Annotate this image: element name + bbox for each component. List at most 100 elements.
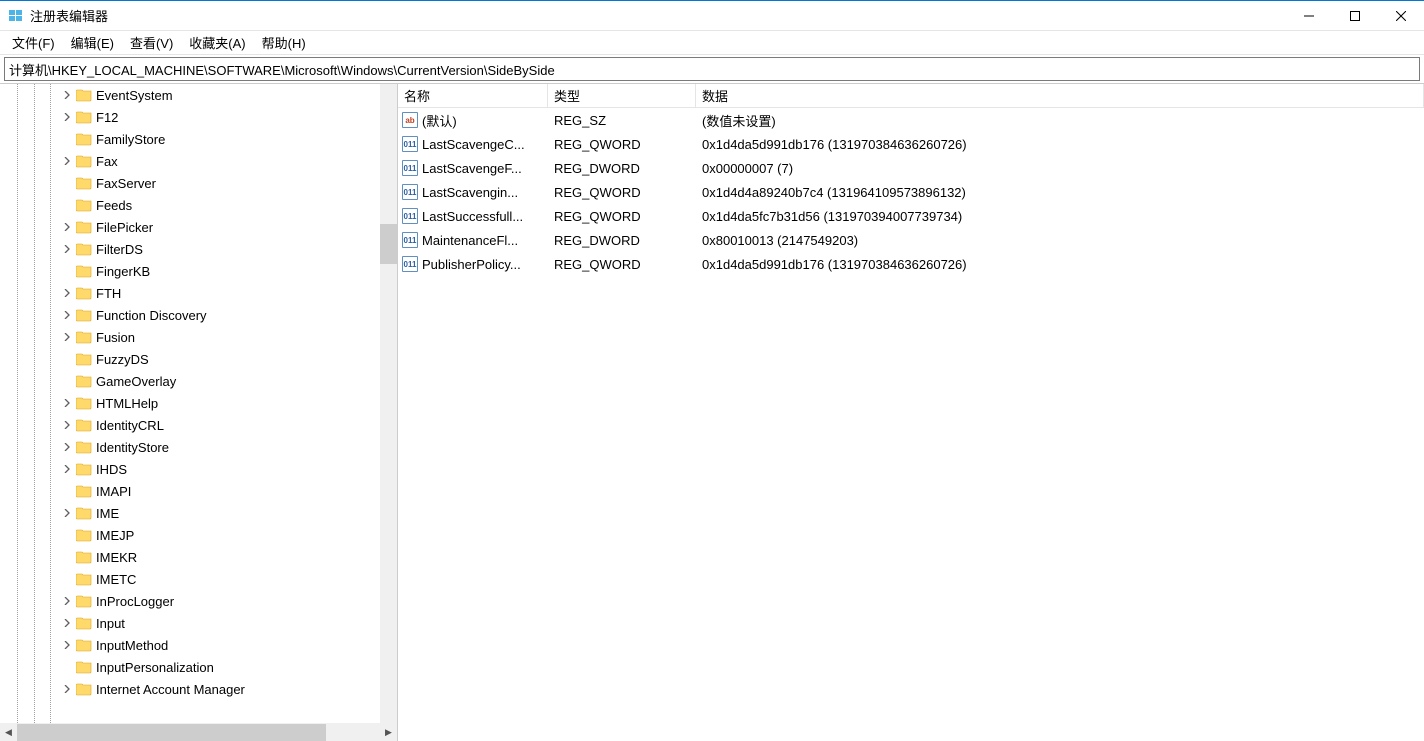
- close-button[interactable]: [1378, 1, 1424, 31]
- tree-item-label: Feeds: [96, 198, 132, 213]
- tree-item[interactable]: IMETC: [0, 568, 397, 590]
- menu-file[interactable]: 文件(F): [4, 31, 63, 54]
- tree-item[interactable]: FuzzyDS: [0, 348, 397, 370]
- column-data[interactable]: 数据: [696, 84, 1424, 107]
- expand-icon[interactable]: [60, 220, 74, 234]
- tree-item[interactable]: Input: [0, 612, 397, 634]
- value-type-cell: REG_DWORD: [548, 161, 696, 176]
- value-name-cell: 011LastScavengin...: [398, 184, 548, 200]
- tree-item[interactable]: GameOverlay: [0, 370, 397, 392]
- value-row[interactable]: 011LastScavengeC...REG_QWORD0x1d4da5d991…: [398, 132, 1424, 156]
- expand-icon[interactable]: [60, 308, 74, 322]
- tree-item[interactable]: FamilyStore: [0, 128, 397, 150]
- tree-item[interactable]: IMEKR: [0, 546, 397, 568]
- scroll-right-arrow[interactable]: ▶: [380, 724, 397, 741]
- expand-icon[interactable]: [60, 396, 74, 410]
- tree-item[interactable]: HTMLHelp: [0, 392, 397, 414]
- tree-item[interactable]: IHDS: [0, 458, 397, 480]
- tree-item[interactable]: FilterDS: [0, 238, 397, 260]
- tree-vertical-scrollbar[interactable]: [380, 84, 397, 723]
- reg-binary-icon: 011: [402, 208, 418, 224]
- expand-icon[interactable]: [60, 110, 74, 124]
- tree-item[interactable]: Internet Account Manager: [0, 678, 397, 700]
- menubar: 文件(F) 编辑(E) 查看(V) 收藏夹(A) 帮助(H): [0, 31, 1424, 55]
- tree-item-label: FilePicker: [96, 220, 153, 235]
- tree-item[interactable]: FingerKB: [0, 260, 397, 282]
- expand-icon[interactable]: [60, 616, 74, 630]
- tree-item-label: FingerKB: [96, 264, 150, 279]
- tree-item[interactable]: IMAPI: [0, 480, 397, 502]
- tree-vertical-thumb[interactable]: [380, 224, 397, 264]
- tree-item-label: IME: [96, 506, 119, 521]
- value-row[interactable]: ab(默认)REG_SZ(数值未设置): [398, 108, 1424, 132]
- tree-item[interactable]: FilePicker: [0, 216, 397, 238]
- value-name-cell: 011LastSuccessfull...: [398, 208, 548, 224]
- tree-item[interactable]: Feeds: [0, 194, 397, 216]
- tree-horizontal-thumb[interactable]: [17, 724, 326, 741]
- tree-item-label: Fax: [96, 154, 118, 169]
- expand-icon[interactable]: [60, 506, 74, 520]
- tree-item-label: Input: [96, 616, 125, 631]
- expand-icon[interactable]: [60, 286, 74, 300]
- menu-edit[interactable]: 编辑(E): [63, 31, 122, 54]
- column-type[interactable]: 类型: [548, 84, 696, 107]
- tree-item[interactable]: IME: [0, 502, 397, 524]
- tree-item-label: IMETC: [96, 572, 136, 587]
- tree-horizontal-scrollbar[interactable]: ◀ ▶: [0, 723, 397, 741]
- expand-icon[interactable]: [60, 330, 74, 344]
- window-controls: [1286, 1, 1424, 31]
- tree-item[interactable]: Fax: [0, 150, 397, 172]
- expand-icon[interactable]: [60, 682, 74, 696]
- tree-item-label: IMEKR: [96, 550, 137, 565]
- titlebar[interactable]: 注册表编辑器: [0, 1, 1424, 31]
- tree-item[interactable]: F12: [0, 106, 397, 128]
- tree-item[interactable]: Function Discovery: [0, 304, 397, 326]
- minimize-button[interactable]: [1286, 1, 1332, 31]
- tree-item[interactable]: IMEJP: [0, 524, 397, 546]
- tree-item[interactable]: EventSystem: [0, 84, 397, 106]
- value-row[interactable]: 011LastScavengeF...REG_DWORD0x00000007 (…: [398, 156, 1424, 180]
- reg-binary-icon: 011: [402, 184, 418, 200]
- tree-item-label: IdentityCRL: [96, 418, 164, 433]
- value-data-cell: 0x1d4da5d991db176 (131970384636260726): [696, 137, 1424, 152]
- expand-icon[interactable]: [60, 594, 74, 608]
- value-row[interactable]: 011LastScavengin...REG_QWORD0x1d4d4a8924…: [398, 180, 1424, 204]
- menu-help[interactable]: 帮助(H): [254, 31, 314, 54]
- reg-binary-icon: 011: [402, 136, 418, 152]
- tree-item[interactable]: InProcLogger: [0, 590, 397, 612]
- expand-icon[interactable]: [60, 462, 74, 476]
- expand-icon[interactable]: [60, 154, 74, 168]
- expand-icon[interactable]: [60, 418, 74, 432]
- value-row[interactable]: 011LastSuccessfull...REG_QWORD0x1d4da5fc…: [398, 204, 1424, 228]
- scroll-left-arrow[interactable]: ◀: [0, 724, 17, 741]
- value-data-cell: 0x1d4da5d991db176 (131970384636260726): [696, 257, 1424, 272]
- expand-icon[interactable]: [60, 440, 74, 454]
- expand-icon[interactable]: [60, 88, 74, 102]
- tree-item-label: FaxServer: [96, 176, 156, 191]
- menu-favorites[interactable]: 收藏夹(A): [181, 31, 253, 54]
- tree-item-label: FuzzyDS: [96, 352, 149, 367]
- tree-item[interactable]: FaxServer: [0, 172, 397, 194]
- expand-icon[interactable]: [60, 242, 74, 256]
- tree-pane[interactable]: EventSystemF12FamilyStore Fax FaxServer Fee…: [0, 84, 398, 741]
- tree-item[interactable]: IdentityCRL: [0, 414, 397, 436]
- tree-item[interactable]: InputPersonalization: [0, 656, 397, 678]
- value-list[interactable]: ab(默认)REG_SZ(数值未设置)011LastScavengeC...RE…: [398, 108, 1424, 741]
- tree-item[interactable]: Fusion: [0, 326, 397, 348]
- address-bar[interactable]: 计算机\HKEY_LOCAL_MACHINE\SOFTWARE\Microsof…: [4, 57, 1420, 81]
- reg-string-icon: ab: [402, 112, 418, 128]
- expand-icon[interactable]: [60, 638, 74, 652]
- tree-item[interactable]: FTH: [0, 282, 397, 304]
- menu-view[interactable]: 查看(V): [122, 31, 181, 54]
- reg-binary-icon: 011: [402, 160, 418, 176]
- value-type-cell: REG_QWORD: [548, 257, 696, 272]
- tree-item-label: InputPersonalization: [96, 660, 214, 675]
- tree-item-label: InProcLogger: [96, 594, 174, 609]
- tree-item[interactable]: InputMethod: [0, 634, 397, 656]
- tree-item[interactable]: IdentityStore: [0, 436, 397, 458]
- value-header: 名称 类型 数据: [398, 84, 1424, 108]
- value-row[interactable]: 011PublisherPolicy...REG_QWORD0x1d4da5d9…: [398, 252, 1424, 276]
- maximize-button[interactable]: [1332, 1, 1378, 31]
- column-name[interactable]: 名称: [398, 84, 548, 107]
- value-row[interactable]: 011MaintenanceFl...REG_DWORD0x80010013 (…: [398, 228, 1424, 252]
